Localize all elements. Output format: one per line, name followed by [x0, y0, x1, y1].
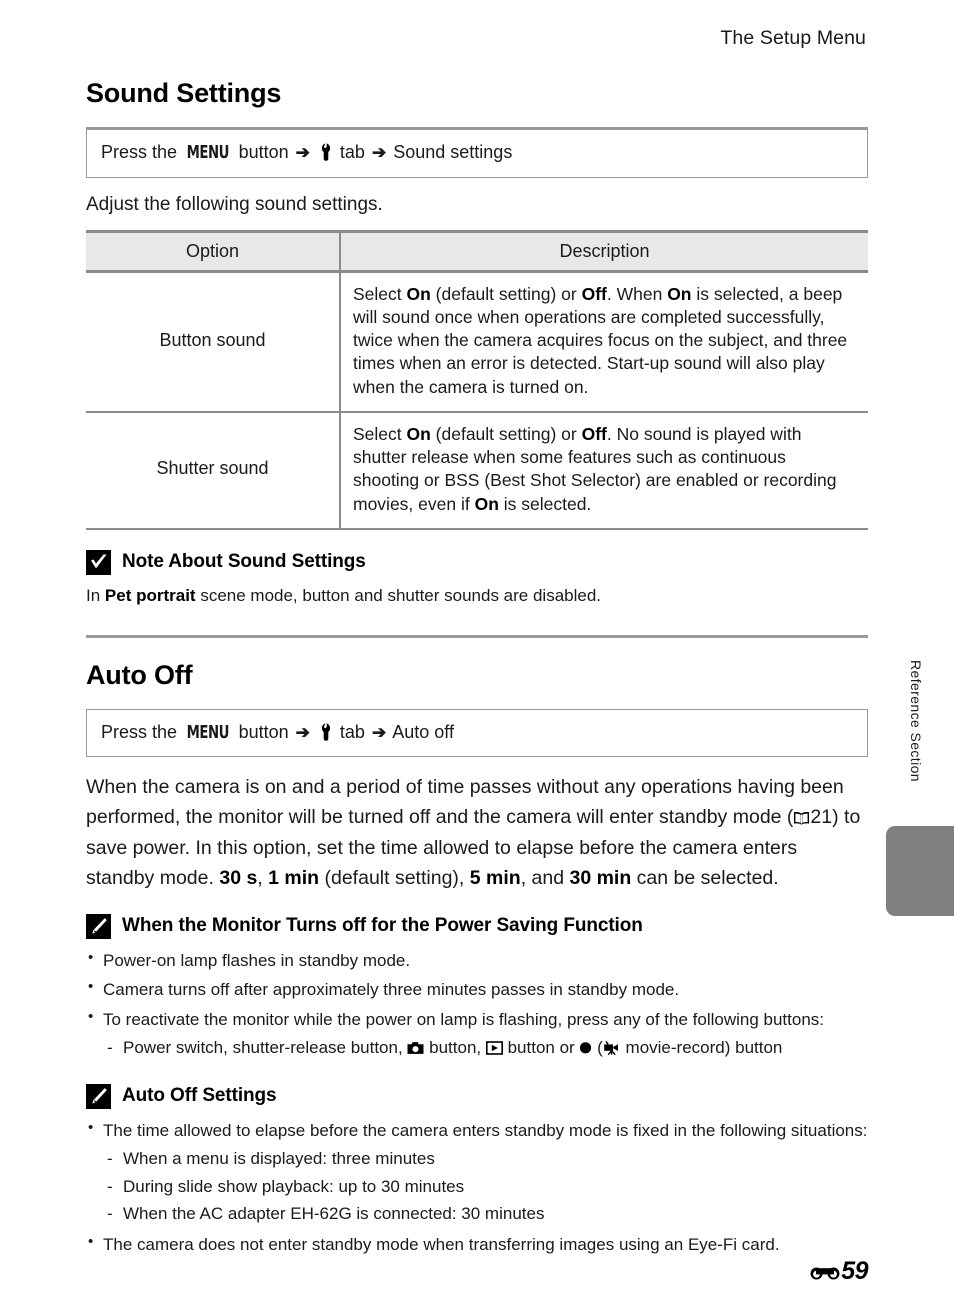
list-item: Power-on lamp flashes in standby mode.: [86, 947, 868, 974]
content-column: Sound Settings Press the MENU button ➔ t…: [86, 78, 868, 1261]
note-heading: Auto Off Settings: [86, 1083, 868, 1109]
wrench-icon: [319, 722, 333, 741]
column-header-option: Option: [86, 229, 340, 273]
note-paragraph: In Pet portrait scene mode, button and s…: [86, 585, 602, 605]
rec-icon: [579, 1035, 592, 1063]
sub-list-item: During slide show playback: up to 30 min…: [103, 1173, 868, 1201]
check-square-icon: [86, 549, 111, 575]
sub-list-item: Power switch, shutter-release button, bu…: [103, 1034, 868, 1064]
note-body: The time allowed to elapse before the ca…: [86, 1117, 868, 1258]
pencil-square-icon: [86, 913, 111, 939]
path-press-the: Press the: [101, 721, 178, 742]
section-title-sound-settings: Sound Settings: [86, 78, 282, 108]
reference-section-glyph: [810, 1258, 840, 1280]
note-heading: When the Monitor Turns off for the Power…: [86, 913, 868, 939]
bullet-text: The camera does not enter standby mode w…: [103, 1234, 780, 1254]
path-destination: Auto off: [392, 721, 454, 742]
path-button-word: button: [238, 142, 289, 162]
arrow-right-icon: ➔: [295, 143, 310, 162]
pencil-square-icon: [86, 1083, 111, 1109]
option-name: Button sound: [86, 271, 340, 413]
page-number: 59: [841, 1257, 868, 1285]
note-body: Power-on lamp flashes in standby mode. C…: [86, 947, 868, 1064]
bullet-list: The time allowed to elapse before the ca…: [86, 1117, 868, 1258]
table-row: Shutter sound Select On (default setting…: [86, 411, 868, 530]
table-header-row: Option Description: [86, 229, 868, 273]
sub-list: When a menu is displayed: three minutes …: [103, 1145, 868, 1228]
note-about-sound-settings: Note About Sound Settings In Pet portrai…: [86, 549, 868, 609]
note-title: When the Monitor Turns off for the Power…: [122, 915, 643, 937]
sub-list-item: When a menu is displayed: three minutes: [103, 1145, 868, 1173]
list-item: The camera does not enter standby mode w…: [86, 1231, 868, 1258]
note-title: Auto Off Settings: [122, 1085, 277, 1107]
bullet-text: To reactivate the monitor while the powe…: [103, 1009, 824, 1029]
side-section-label: Reference Section: [908, 660, 924, 782]
document-page: The Setup Menu Sound Settings Press the …: [0, 0, 954, 1314]
list-item: Camera turns off after approximately thr…: [86, 976, 868, 1003]
bullet-text: Power-on lamp flashes in standby mode.: [103, 950, 411, 970]
path-tab-word: tab: [339, 142, 365, 162]
note-power-saving: When the Monitor Turns off for the Power…: [86, 913, 868, 1064]
sub-list: Power switch, shutter-release button, bu…: [103, 1034, 868, 1064]
menu-button-label: MENU: [186, 721, 230, 743]
book-icon: [793, 805, 810, 835]
bullet-text: Camera turns off after approximately thr…: [103, 980, 680, 1000]
path-destination: Sound settings: [393, 142, 513, 162]
table-row: Button sound Select On (default setting)…: [86, 271, 868, 413]
note-body: In Pet portrait scene mode, button and s…: [86, 584, 868, 609]
menu-path-box-auto-off: Press the MENU button ➔ tab ➔ Auto off: [86, 708, 868, 758]
note-auto-off-settings: Auto Off Settings The time allowed to el…: [86, 1083, 868, 1258]
list-item: To reactivate the monitor while the powe…: [86, 1006, 868, 1064]
camera-icon: [407, 1036, 424, 1064]
movie-icon: [603, 1036, 621, 1064]
path-tab-word: tab: [339, 721, 365, 742]
section-divider: [86, 634, 868, 638]
path-press-the: Press the: [101, 142, 178, 162]
arrow-right-icon-2: ➔: [371, 722, 387, 742]
wrench-icon: [319, 143, 333, 161]
play-icon: [485, 1036, 503, 1064]
option-description: Select On (default setting) or Off. No s…: [339, 411, 868, 530]
column-header-description: Description: [339, 229, 868, 273]
sound-settings-table: Option Description Button sound Select O…: [86, 229, 868, 530]
menu-button-label: MENU: [186, 142, 230, 163]
auto-off-paragraph: When the camera is on and a period of ti…: [86, 776, 861, 889]
section-title-auto-off: Auto Off: [86, 659, 193, 690]
option-description: Select On (default setting) or Off. When…: [339, 271, 868, 413]
intro-text: Adjust the following sound settings.: [86, 193, 383, 215]
list-item: The time allowed to elapse before the ca…: [86, 1117, 868, 1228]
menu-path-box-sound-settings: Press the MENU button ➔ tab ➔ Sound sett…: [86, 127, 868, 178]
sub-list-item: When the AC adapter EH-62G is connected:…: [103, 1200, 868, 1228]
running-header: The Setup Menu: [720, 27, 866, 49]
bullet-text: The time allowed to elapse before the ca…: [103, 1120, 868, 1140]
bullet-list: Power-on lamp flashes in standby mode. C…: [86, 947, 868, 1064]
arrow-right-icon: ➔: [295, 722, 310, 742]
page-footer: 59: [0, 1257, 868, 1286]
option-name: Shutter sound: [86, 411, 340, 530]
note-title: Note About Sound Settings: [122, 551, 366, 573]
path-button-word: button: [238, 721, 289, 742]
side-section-tab: [886, 826, 954, 916]
arrow-right-icon-2: ➔: [371, 143, 387, 162]
note-heading: Note About Sound Settings: [86, 549, 868, 575]
